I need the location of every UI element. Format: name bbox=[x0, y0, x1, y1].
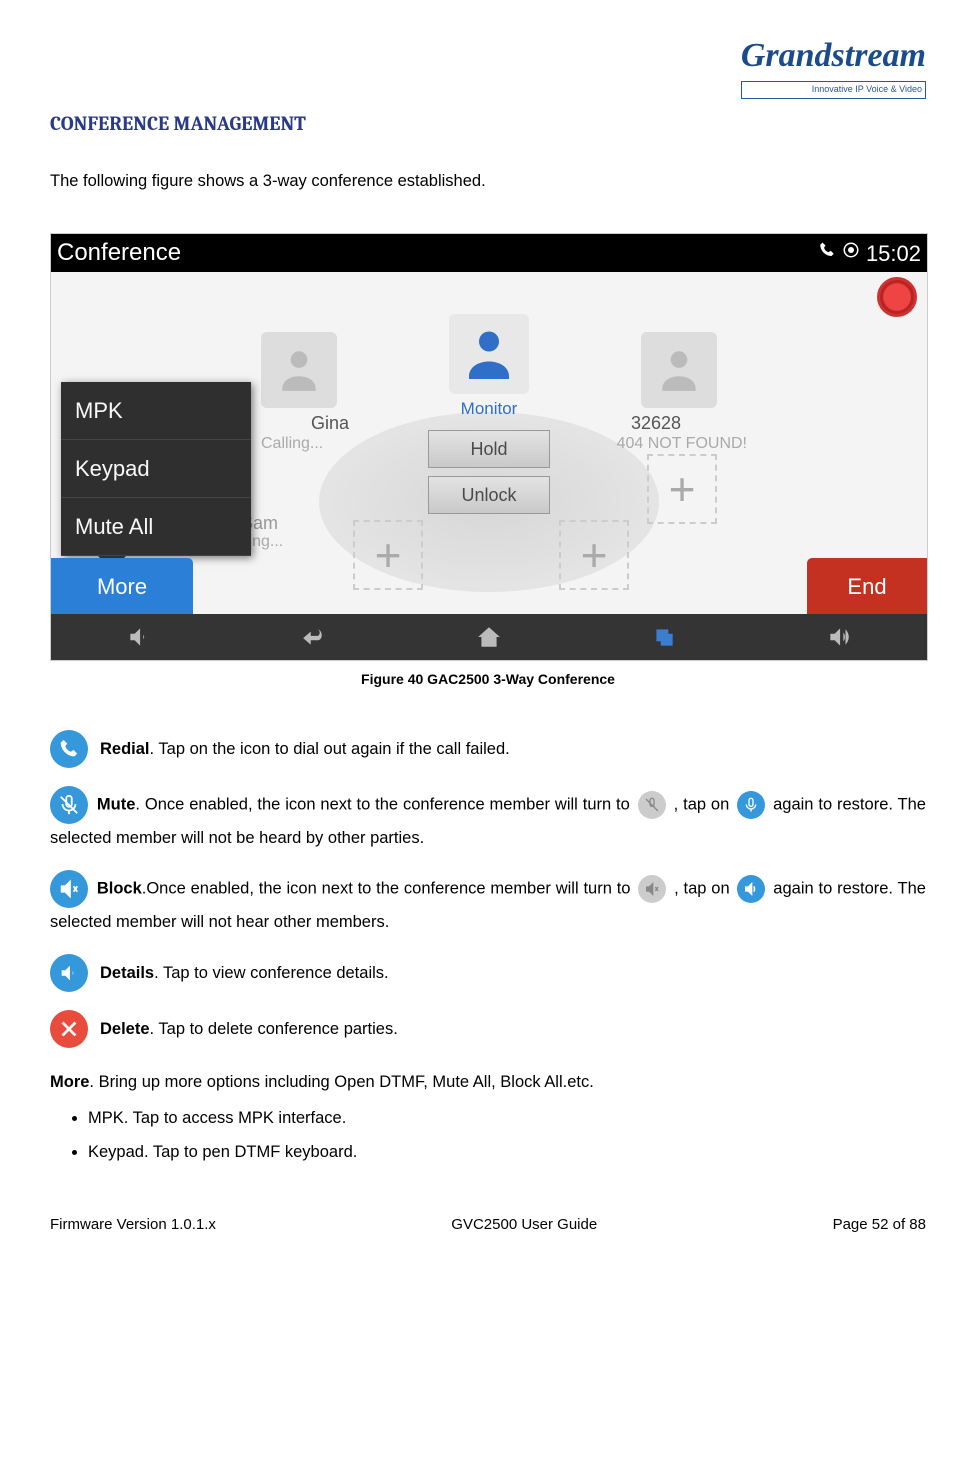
redial-text: . Tap on the icon to dial out again if t… bbox=[150, 740, 510, 758]
footer-center: GVC2500 User Guide bbox=[451, 1214, 597, 1237]
mute-text-2: , tap on bbox=[674, 796, 735, 814]
footer-right: Page 52 of 88 bbox=[833, 1214, 926, 1237]
conference-screenshot: Conference 15:02 Monitor Gi bbox=[50, 233, 928, 661]
unmute-icon bbox=[737, 791, 765, 819]
details-icon bbox=[50, 954, 88, 992]
more-item-keypad: Keypad. Tap to pen DTMF keyboard. bbox=[88, 1138, 926, 1166]
center-user-label: Monitor bbox=[461, 396, 518, 422]
delete-icon bbox=[50, 1010, 88, 1048]
left-user-status: Calling... bbox=[261, 432, 323, 456]
figure-caption: Figure 40 GAC2500 3-Way Conference bbox=[50, 669, 926, 690]
details-label: Details bbox=[100, 964, 154, 982]
popup-item-muteall[interactable]: Mute All bbox=[61, 498, 251, 556]
status-bar: Conference 15:02 bbox=[51, 234, 927, 272]
delete-label: Delete bbox=[100, 1020, 150, 1038]
block-text-1: .Once enabled, the icon next to the conf… bbox=[142, 880, 636, 898]
redial-label: Redial bbox=[100, 740, 150, 758]
block-icon bbox=[50, 870, 88, 908]
footer-left: Firmware Version 1.0.1.x bbox=[50, 1214, 216, 1237]
redial-icon bbox=[50, 730, 88, 768]
avatar-left[interactable] bbox=[261, 332, 337, 408]
brand-tagline: Innovative IP Voice & Video bbox=[741, 81, 926, 99]
right-user-status: 404 NOT FOUND! bbox=[617, 432, 747, 456]
screen-title: Conference bbox=[57, 235, 818, 271]
record-button[interactable] bbox=[877, 277, 917, 317]
def-more: More. Bring up more options including Op… bbox=[50, 1068, 926, 1166]
def-block: Block.Once enabled, the icon next to the… bbox=[50, 870, 926, 936]
def-delete: Delete. Tap to delete conference parties… bbox=[50, 1010, 926, 1048]
mute-icon bbox=[50, 786, 88, 824]
more-text: . Bring up more options including Open D… bbox=[89, 1073, 593, 1091]
avatar-center[interactable] bbox=[449, 314, 529, 394]
def-details: Details. Tap to view conference details. bbox=[50, 954, 926, 992]
brand-logo: Grandstream Innovative IP Voice & Video bbox=[50, 30, 926, 99]
popup-item-mpk[interactable]: MPK bbox=[61, 382, 251, 440]
nav-bar bbox=[51, 614, 927, 660]
nav-home[interactable] bbox=[401, 614, 576, 660]
details-text: . Tap to view conference details. bbox=[154, 964, 389, 982]
nav-volume-down[interactable] bbox=[51, 614, 226, 660]
section-heading: CONFERENCE MANAGEMENT bbox=[50, 109, 926, 139]
popup-item-keypad[interactable]: Keypad bbox=[61, 440, 251, 498]
unlock-button[interactable]: Unlock bbox=[428, 476, 550, 514]
end-button[interactable]: End bbox=[807, 558, 927, 614]
mute-text-1: . Once enabled, the icon next to the con… bbox=[135, 796, 634, 814]
block-label: Block bbox=[97, 880, 142, 898]
nav-back[interactable] bbox=[226, 614, 401, 660]
hold-button[interactable]: Hold bbox=[428, 430, 550, 468]
block-text-2: , tap on bbox=[674, 880, 734, 898]
add-slot-bl[interactable]: + bbox=[353, 520, 423, 590]
page-footer: Firmware Version 1.0.1.x GVC2500 User Gu… bbox=[50, 1184, 926, 1237]
add-slot-br[interactable]: + bbox=[559, 520, 629, 590]
mute-state-icon bbox=[638, 791, 666, 819]
avatar-right[interactable] bbox=[641, 332, 717, 408]
record-indicator-icon bbox=[842, 240, 860, 267]
mute-label: Mute bbox=[97, 796, 136, 814]
add-slot-right[interactable]: + bbox=[647, 454, 717, 524]
more-button[interactable]: More bbox=[51, 558, 193, 614]
def-redial: Redial. Tap on the icon to dial out agai… bbox=[50, 730, 926, 768]
more-item-mpk: MPK. Tap to access MPK interface. bbox=[88, 1104, 926, 1132]
intro-text: The following figure shows a 3-way confe… bbox=[50, 169, 926, 194]
nav-recent[interactable] bbox=[577, 614, 752, 660]
unblock-icon bbox=[737, 875, 765, 903]
def-mute: Mute. Once enabled, the icon next to the… bbox=[50, 786, 926, 852]
block-state-icon bbox=[638, 875, 666, 903]
phone-icon bbox=[818, 240, 836, 267]
brand-name: Grandstream bbox=[741, 30, 926, 81]
clock-text: 15:02 bbox=[866, 237, 921, 270]
more-label: More bbox=[50, 1073, 89, 1091]
delete-text: . Tap to delete conference parties. bbox=[150, 1020, 398, 1038]
nav-volume-up[interactable] bbox=[752, 614, 927, 660]
more-popup: MPK Keypad Mute All bbox=[61, 382, 251, 556]
